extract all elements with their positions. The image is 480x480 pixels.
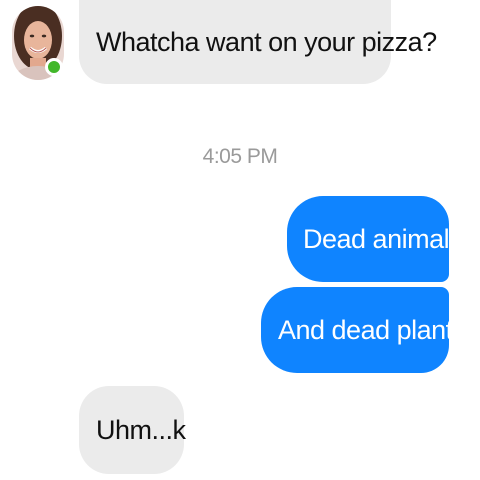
message-bubble-incoming[interactable]: Whatcha want on your pizza? [79,0,437,84]
message-bubble-outgoing[interactable]: And dead plants [261,287,466,373]
online-status-dot [45,58,63,76]
message-text: Dead animals [303,223,463,254]
message-text: Whatcha want on your pizza? [96,26,437,57]
chat-screen: Whatcha want on your pizza? 4:05 PM Dead… [0,0,480,480]
message-bubble-outgoing[interactable]: Dead animals [287,196,463,282]
message-text: And dead plants [278,314,466,345]
message-bubble-incoming[interactable]: Uhm...k [79,386,186,474]
message-timestamp: 4:05 PM [202,145,278,168]
message-text: Uhm...k [96,414,186,445]
